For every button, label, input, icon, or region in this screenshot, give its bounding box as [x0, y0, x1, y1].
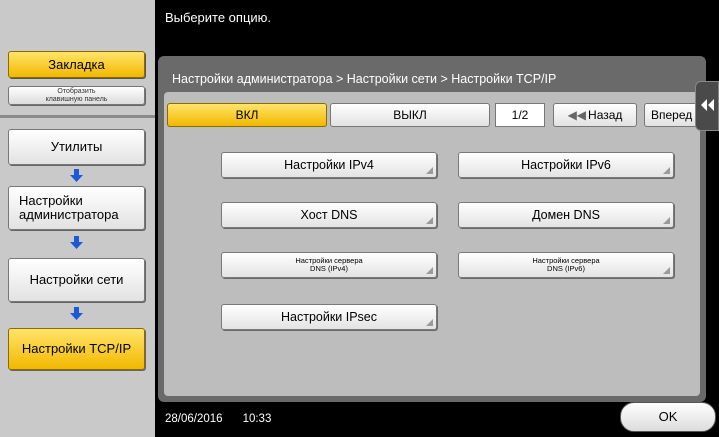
bookmark-button[interactable]: Закладка [8, 51, 145, 78]
show-keypad-button[interactable]: Отобразить клавишную панель [8, 86, 145, 105]
ipv4-settings-label: Настройки IPv4 [284, 158, 374, 172]
dns-server-ipv6-line2: DNS (IPv6) [547, 264, 585, 273]
corner-icon [426, 167, 433, 174]
double-left-arrow-icon: ◀◀ [567, 108, 587, 122]
instruction-message: Выберите опцию. [165, 10, 272, 25]
ipsec-settings-button[interactable]: Настройки IPsec [221, 304, 437, 330]
ok-button[interactable]: OK [620, 402, 716, 432]
sidebar-divider [0, 115, 155, 118]
toggle-off-button[interactable]: ВЫКЛ [330, 103, 490, 127]
datetime: 28/06/2016 10:33 [165, 413, 271, 425]
keypad-label-line2: клавишную панель [45, 96, 108, 103]
nav-admin-settings-button[interactable]: Настройки администратора [8, 186, 145, 230]
dns-domain-label: Домен DNS [532, 208, 600, 222]
corner-icon [663, 217, 670, 224]
keypad-label-line1: Отобразить [57, 88, 96, 95]
dns-host-button[interactable]: Хост DNS [221, 202, 437, 228]
corner-icon [663, 167, 670, 174]
nav-utilities-button[interactable]: Утилиты [8, 129, 145, 165]
arrow-down-icon [70, 307, 83, 320]
dns-server-ipv4-button[interactable]: Настройки сервера DNS (IPv4) [221, 252, 437, 278]
ipsec-settings-label: Настройки IPsec [280, 310, 378, 324]
date-text: 28/06/2016 [165, 413, 223, 425]
corner-icon [426, 267, 433, 274]
options-area [164, 92, 700, 396]
ipv6-settings-button[interactable]: Настройки IPv6 [458, 152, 674, 178]
back-label: Назад [588, 108, 623, 122]
corner-icon [426, 217, 433, 224]
left-sidebar: Закладка Отобразить клавишную панель Ути… [0, 0, 155, 437]
dns-server-ipv4-line2: DNS (IPv4) [310, 264, 348, 273]
arrow-down-icon [70, 236, 83, 249]
page-indicator: 1/2 [495, 103, 545, 127]
message-bar: Выберите опцию. [155, 0, 719, 52]
toggle-on-button[interactable]: ВКЛ [167, 103, 327, 127]
ipv4-settings-button[interactable]: Настройки IPv4 [221, 152, 437, 178]
dns-server-ipv6-button[interactable]: Настройки сервера DNS (IPv6) [458, 252, 674, 278]
dns-host-label: Хост DNS [300, 208, 358, 222]
nav-admin-label-line1: Настройки [19, 193, 83, 208]
corner-icon [426, 319, 433, 326]
time-text: 10:33 [242, 413, 272, 425]
breadcrumb: Настройки администратора > Настройки сет… [172, 72, 557, 86]
corner-icon [663, 267, 670, 274]
arrow-down-icon [70, 169, 83, 182]
back-button[interactable]: ◀◀ Назад [553, 103, 637, 127]
ipv6-settings-label: Настройки IPv6 [521, 158, 611, 172]
nav-admin-label-line2: администратора [19, 207, 119, 222]
nav-tcpip-settings-button[interactable]: Настройки TCP/IP [8, 328, 145, 370]
double-left-chevron-icon [701, 99, 714, 111]
nav-network-settings-button[interactable]: Настройки сети [8, 258, 145, 302]
side-panel-tab[interactable] [695, 81, 719, 131]
dns-domain-button[interactable]: Домен DNS [458, 202, 674, 228]
